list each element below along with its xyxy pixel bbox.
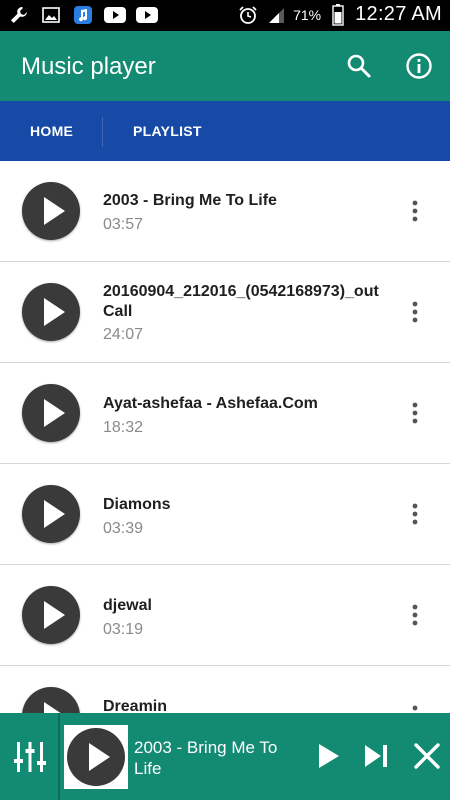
status-bar: 71% 12:27 AM — [0, 0, 450, 31]
play-thumbnail-icon[interactable] — [22, 182, 80, 240]
play-thumbnail-icon[interactable] — [22, 485, 80, 543]
skip-next-icon[interactable] — [359, 739, 393, 773]
song-row[interactable]: 20160904_212016_(0542168973)_outCall 24:… — [0, 262, 450, 363]
song-title: 2003 - Bring Me To Life — [103, 192, 277, 209]
song-title: Ayat-ashefaa - Ashefaa.Com — [103, 395, 318, 412]
song-row[interactable]: djewal 03:19 — [0, 565, 450, 666]
song-title: Dreamin — [103, 698, 168, 713]
song-duration: 18:32 — [103, 419, 144, 436]
app-title: Music player — [21, 53, 156, 80]
signal-icon — [265, 4, 287, 26]
tab-playlist[interactable]: PLAYLIST — [133, 101, 202, 161]
song-duration: 24:07 — [103, 326, 144, 343]
song-title: 20160904_212016_(0542168973)_outCall — [103, 283, 379, 320]
more-vert-icon[interactable] — [404, 601, 426, 629]
music-app-icon — [72, 4, 94, 26]
song-row[interactable]: 2003 - Bring Me To Life 03:57 — [0, 161, 450, 262]
info-icon[interactable] — [405, 52, 433, 80]
more-vert-icon[interactable] — [404, 399, 426, 427]
clock: 12:27 AM — [355, 3, 442, 25]
song-row[interactable]: Diamons 03:39 — [0, 464, 450, 565]
tab-bar: HOME PLAYLIST — [0, 101, 450, 161]
youtube-icon — [104, 4, 126, 26]
tab-divider — [102, 117, 103, 147]
play-thumbnail-icon[interactable] — [22, 283, 80, 341]
play-thumbnail-icon[interactable] — [22, 687, 80, 713]
app-bar: Music player — [0, 31, 450, 101]
play-thumbnail-icon — [67, 728, 125, 786]
alarm-icon — [237, 4, 259, 26]
battery-percent: 71% — [293, 6, 322, 23]
more-vert-icon[interactable] — [404, 298, 426, 326]
search-icon[interactable] — [345, 52, 373, 80]
equalizer-icon[interactable] — [12, 739, 48, 775]
song-duration: 03:57 — [103, 216, 144, 233]
play-thumbnail-icon[interactable] — [22, 384, 80, 442]
mini-player[interactable]: 2003 - Bring Me To Life — [0, 713, 450, 800]
now-playing-title[interactable]: 2003 - Bring Me To Life — [134, 737, 294, 779]
play-thumbnail-icon[interactable] — [22, 586, 80, 644]
wrench-icon — [8, 4, 30, 26]
song-row[interactable]: Dreamin — [0, 666, 450, 713]
player-divider — [58, 713, 60, 800]
play-icon[interactable] — [311, 739, 345, 773]
youtube-icon — [136, 4, 158, 26]
more-vert-icon[interactable] — [404, 500, 426, 528]
song-row[interactable]: Ayat-ashefaa - Ashefaa.Com 18:32 — [0, 363, 450, 464]
song-duration: 03:19 — [103, 621, 144, 638]
close-icon[interactable] — [410, 739, 444, 773]
more-vert-icon[interactable] — [404, 197, 426, 225]
song-title: djewal — [103, 597, 152, 614]
song-title: Diamons — [103, 496, 171, 513]
song-duration: 03:39 — [103, 520, 144, 537]
tab-home[interactable]: HOME — [30, 101, 73, 161]
battery-icon — [327, 3, 349, 26]
song-list[interactable]: 2003 - Bring Me To Life 03:57 20160904_2… — [0, 161, 450, 713]
more-vert-icon[interactable] — [404, 702, 426, 713]
now-playing-artwork[interactable] — [64, 725, 128, 789]
image-icon — [40, 4, 62, 26]
